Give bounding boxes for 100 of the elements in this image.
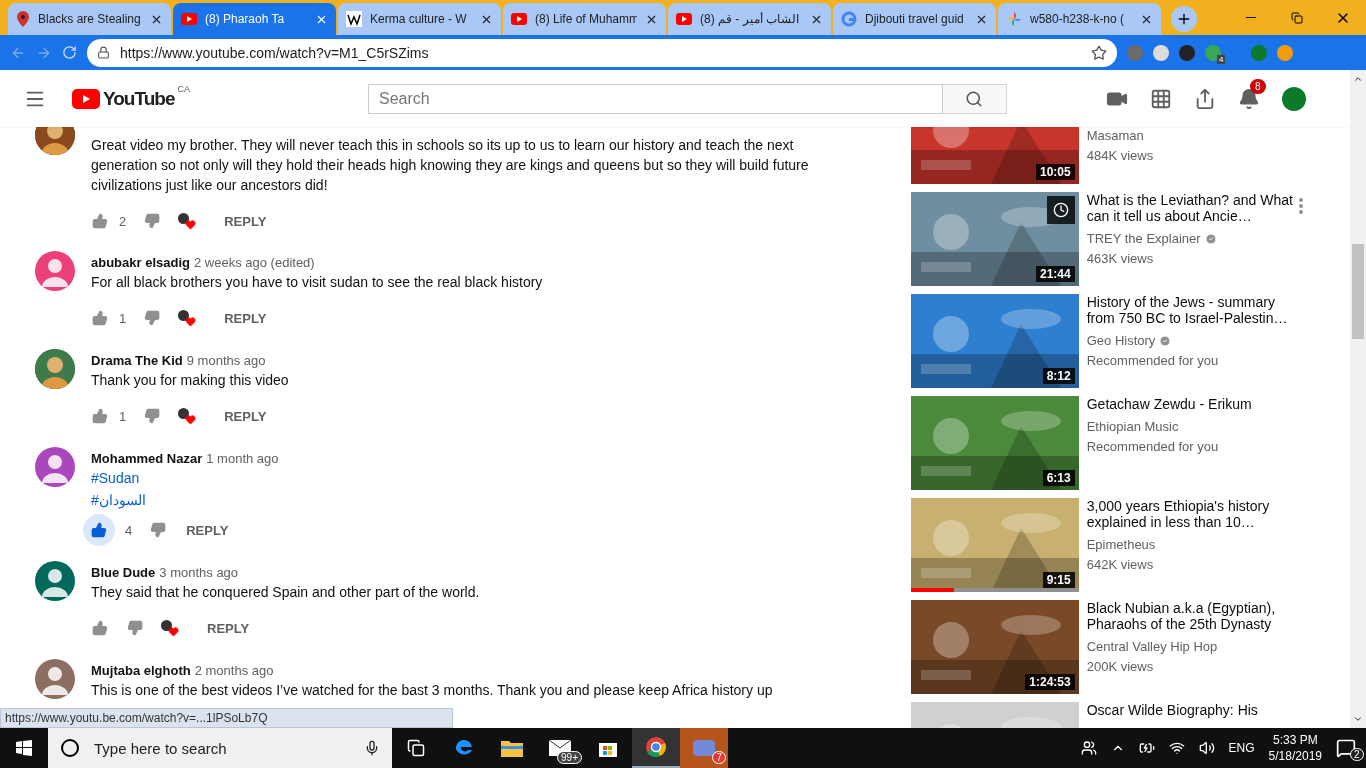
comment-author[interactable]: Blue Dude bbox=[91, 565, 156, 580]
browser-tab[interactable]: Kerma culture - W bbox=[338, 3, 501, 35]
play-logo-icon bbox=[511, 13, 527, 25]
address-bar[interactable]: https://www.youtube.com/watch?v=M1_C5rSZims bbox=[87, 38, 1117, 67]
video-title[interactable]: Oscar Wilde Biography: His bbox=[1086, 702, 1299, 718]
comment-text: Thank you for making this video bbox=[91, 371, 289, 390]
bookmark-star-icon[interactable] bbox=[1091, 44, 1107, 61]
plus-icon bbox=[1176, 11, 1192, 27]
comment-author[interactable]: Drama The Kid bbox=[91, 353, 183, 368]
channel-name[interactable]: Epimetheus bbox=[1086, 536, 1156, 554]
video-title[interactable]: Getachaw Zewdu - Erikum bbox=[1086, 396, 1299, 412]
video-views: Recommended for you bbox=[1086, 438, 1220, 456]
video-views: 484K views bbox=[1086, 147, 1155, 165]
hashtag-link[interactable]: #Sudan bbox=[91, 470, 140, 486]
apps-grid-icon[interactable] bbox=[1150, 87, 1172, 110]
play-logo-icon bbox=[676, 13, 692, 25]
search-field[interactable]: Search bbox=[367, 83, 943, 114]
dislike-button[interactable] bbox=[144, 213, 161, 229]
hashtag-link[interactable]: #السودان bbox=[91, 492, 146, 508]
people-icon[interactable] bbox=[1080, 740, 1097, 756]
comment-author[interactable]: Mohammed Nazar bbox=[91, 451, 203, 466]
channel-name[interactable]: Central Valley Hip Hop bbox=[1086, 638, 1218, 656]
battery-icon[interactable] bbox=[1138, 740, 1155, 756]
video-views: 200K views bbox=[1086, 658, 1155, 676]
reply-button[interactable]: REPLY bbox=[186, 522, 229, 538]
microphone-icon[interactable] bbox=[364, 740, 380, 756]
mail-badge: 99+ bbox=[557, 751, 582, 764]
reply-button[interactable]: REPLY bbox=[207, 620, 250, 636]
scrollbar[interactable] bbox=[1350, 70, 1366, 728]
browser-tab[interactable]: Blacks are Stealing bbox=[8, 3, 171, 35]
extension-icon[interactable] bbox=[1153, 44, 1169, 61]
new-tab-button[interactable] bbox=[1171, 6, 1197, 32]
browser-tab[interactable]: (8) Pharaoh Ta bbox=[173, 3, 336, 35]
watch-later-button[interactable] bbox=[1046, 196, 1075, 224]
video-views: 463K views bbox=[1086, 250, 1155, 268]
channel-name[interactable]: Ethiopian Music bbox=[1086, 418, 1179, 436]
comment-text: This is one of the best videos I’ve watched for the bast 3 months. Thank you and please keep Africa history up bbox=[91, 681, 773, 700]
video-title[interactable]: 3,000 years Ethiopia's history explained in less than 10… bbox=[1086, 498, 1299, 530]
reload-icon[interactable] bbox=[62, 45, 77, 60]
map-pin-icon bbox=[16, 11, 30, 27]
like-count: 2 bbox=[119, 213, 127, 229]
comment-author[interactable]: Mujtaba elghoth bbox=[91, 663, 191, 678]
video-duration: 10:05 bbox=[1036, 164, 1075, 180]
clock[interactable]: 5:33 PM 5/18/2019 bbox=[1268, 733, 1322, 763]
comment-author[interactable]: abubakr elsadig bbox=[91, 255, 190, 270]
channel-name[interactable]: TREY the Explainer bbox=[1086, 230, 1201, 248]
browser-tab[interactable]: Djibouti travel guid bbox=[833, 3, 996, 35]
mail-button[interactable]: 99+ bbox=[536, 728, 584, 768]
notification-count: 2 bbox=[1350, 748, 1364, 761]
shield-extension-icon[interactable] bbox=[1205, 44, 1221, 61]
video-title[interactable]: Black Nubian a.k.a (Egyptian), Pharaohs of the 25th Dynasty bbox=[1086, 600, 1299, 632]
like-count: 1 bbox=[119, 408, 127, 424]
like-button[interactable] bbox=[91, 407, 109, 425]
thumbs-down-icon bbox=[144, 310, 161, 326]
comment-time[interactable]: 2 months ago bbox=[194, 663, 274, 678]
like-button[interactable] bbox=[91, 619, 109, 637]
browser-tab[interactable]: w580-h238-k-no ( bbox=[998, 3, 1161, 35]
channel-name[interactable]: Geo History bbox=[1086, 332, 1156, 350]
like-count: 1 bbox=[119, 310, 127, 326]
account-avatar[interactable] bbox=[1282, 86, 1306, 111]
play-logo-icon bbox=[72, 88, 100, 109]
like-button[interactable] bbox=[91, 212, 109, 230]
comment-time[interactable]: 2 weeks ago (edited) bbox=[194, 255, 315, 270]
like-count: 4 bbox=[125, 522, 133, 538]
like-button[interactable] bbox=[91, 309, 109, 327]
extension-icon[interactable] bbox=[1179, 44, 1195, 61]
dislike-button[interactable] bbox=[150, 522, 167, 538]
pinwheel-icon bbox=[1006, 11, 1022, 27]
video-title[interactable]: History of the Jews - summary from 750 BC to Israel-Palestin… bbox=[1086, 294, 1299, 326]
notification-badge: 8 bbox=[1250, 78, 1266, 94]
comment-time[interactable]: 3 months ago bbox=[159, 565, 239, 580]
reply-button[interactable]: REPLY bbox=[224, 310, 267, 326]
chat-app-button[interactable]: 7 bbox=[680, 728, 728, 768]
search-button[interactable] bbox=[942, 83, 1007, 114]
url-text: https://www.youtube.com/watch?v=M1_C5rSZims bbox=[120, 44, 430, 61]
scroll-up-icon[interactable] bbox=[1353, 74, 1363, 84]
scroll-down-icon[interactable] bbox=[1353, 714, 1363, 724]
video-views: 642K views bbox=[1086, 556, 1155, 574]
notification-center-icon[interactable] bbox=[1336, 738, 1356, 758]
chrome-button[interactable] bbox=[632, 728, 680, 768]
language-indicator[interactable]: ENG bbox=[1228, 741, 1255, 755]
thumbs-down-icon bbox=[150, 522, 167, 538]
taskbar-search-field[interactable]: Type here to search bbox=[92, 738, 352, 758]
dislike-button[interactable] bbox=[144, 310, 161, 326]
video-title[interactable]: What is the Leviathan? and What can it tell us about Ancie… bbox=[1086, 192, 1299, 224]
more-button[interactable] bbox=[1298, 198, 1303, 214]
reply-button[interactable]: REPLY bbox=[224, 213, 267, 229]
like-button[interactable] bbox=[83, 514, 115, 546]
reply-button[interactable]: REPLY bbox=[224, 408, 267, 424]
scrollbar-thumb[interactable] bbox=[1352, 244, 1364, 339]
dislike-button[interactable] bbox=[144, 408, 161, 424]
comment-time[interactable]: 1 month ago bbox=[206, 451, 279, 466]
wifi-icon[interactable] bbox=[1168, 740, 1185, 756]
channel-name[interactable]: Masaman bbox=[1086, 127, 1144, 145]
share-icon[interactable] bbox=[1194, 87, 1216, 110]
dislike-button[interactable] bbox=[127, 620, 143, 636]
chrome-icon bbox=[645, 736, 667, 758]
taskbar-search-bar[interactable]: Type here to search bbox=[48, 728, 392, 768]
volume-icon[interactable] bbox=[1198, 740, 1215, 756]
comment-time[interactable]: 9 months ago bbox=[186, 353, 266, 368]
